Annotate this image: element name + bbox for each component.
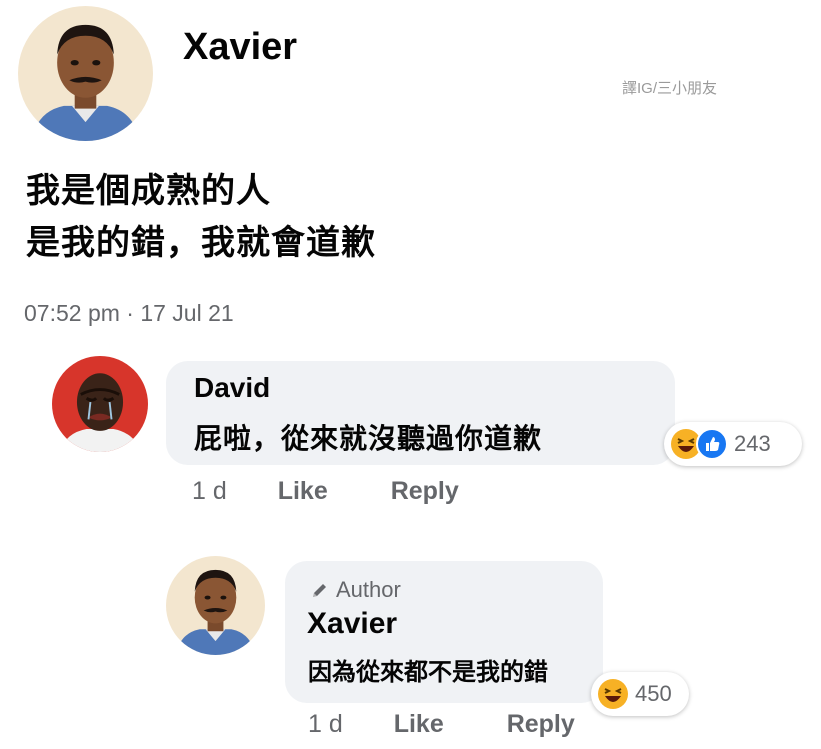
reaction-count: 450: [635, 681, 672, 706]
post-timestamp[interactable]: 07:52 pm · 17 Jul 21: [24, 300, 234, 327]
comment-text: 因為從來都不是我的錯: [308, 658, 548, 686]
comment-author-name[interactable]: Xavier: [307, 607, 397, 641]
pencil-icon: [310, 580, 330, 600]
author-badge-label: Author: [336, 577, 401, 602]
post-text-line-1: 我是個成熟的人: [26, 171, 271, 211]
watermark: 譯IG/三小朋友: [622, 80, 718, 97]
like-button[interactable]: Like: [278, 477, 328, 506]
comment-text: 屁啦，從來就沒聽過你道歉: [194, 422, 543, 455]
reaction-summary[interactable]: 243: [664, 422, 802, 466]
reply-button[interactable]: Reply: [391, 477, 459, 506]
reaction-count: 243: [734, 431, 771, 456]
comment-author-name[interactable]: David: [194, 372, 270, 404]
comment-avatar-david[interactable]: [52, 356, 148, 452]
reaction-summary[interactable]: 450: [591, 672, 689, 716]
comment-actions: 1 d Like Reply: [308, 710, 575, 739]
post-author-avatar[interactable]: [18, 6, 153, 141]
author-badge: Author: [310, 577, 401, 603]
like-icon: [696, 428, 728, 460]
post-text: 我是個成熟的人 是我的錯，我就會道歉: [26, 165, 376, 269]
comment-time[interactable]: 1 d: [192, 477, 227, 506]
post-author-name[interactable]: Xavier: [183, 26, 297, 69]
comment-actions: 1 d Like Reply: [192, 477, 459, 506]
haha-icon: [597, 678, 629, 710]
comment-time[interactable]: 1 d: [308, 710, 343, 739]
post-text-line-2: 是我的錯，我就會道歉: [26, 223, 376, 263]
reply-button[interactable]: Reply: [507, 710, 575, 739]
comment-avatar-xavier[interactable]: [166, 556, 265, 655]
like-button[interactable]: Like: [394, 710, 444, 739]
